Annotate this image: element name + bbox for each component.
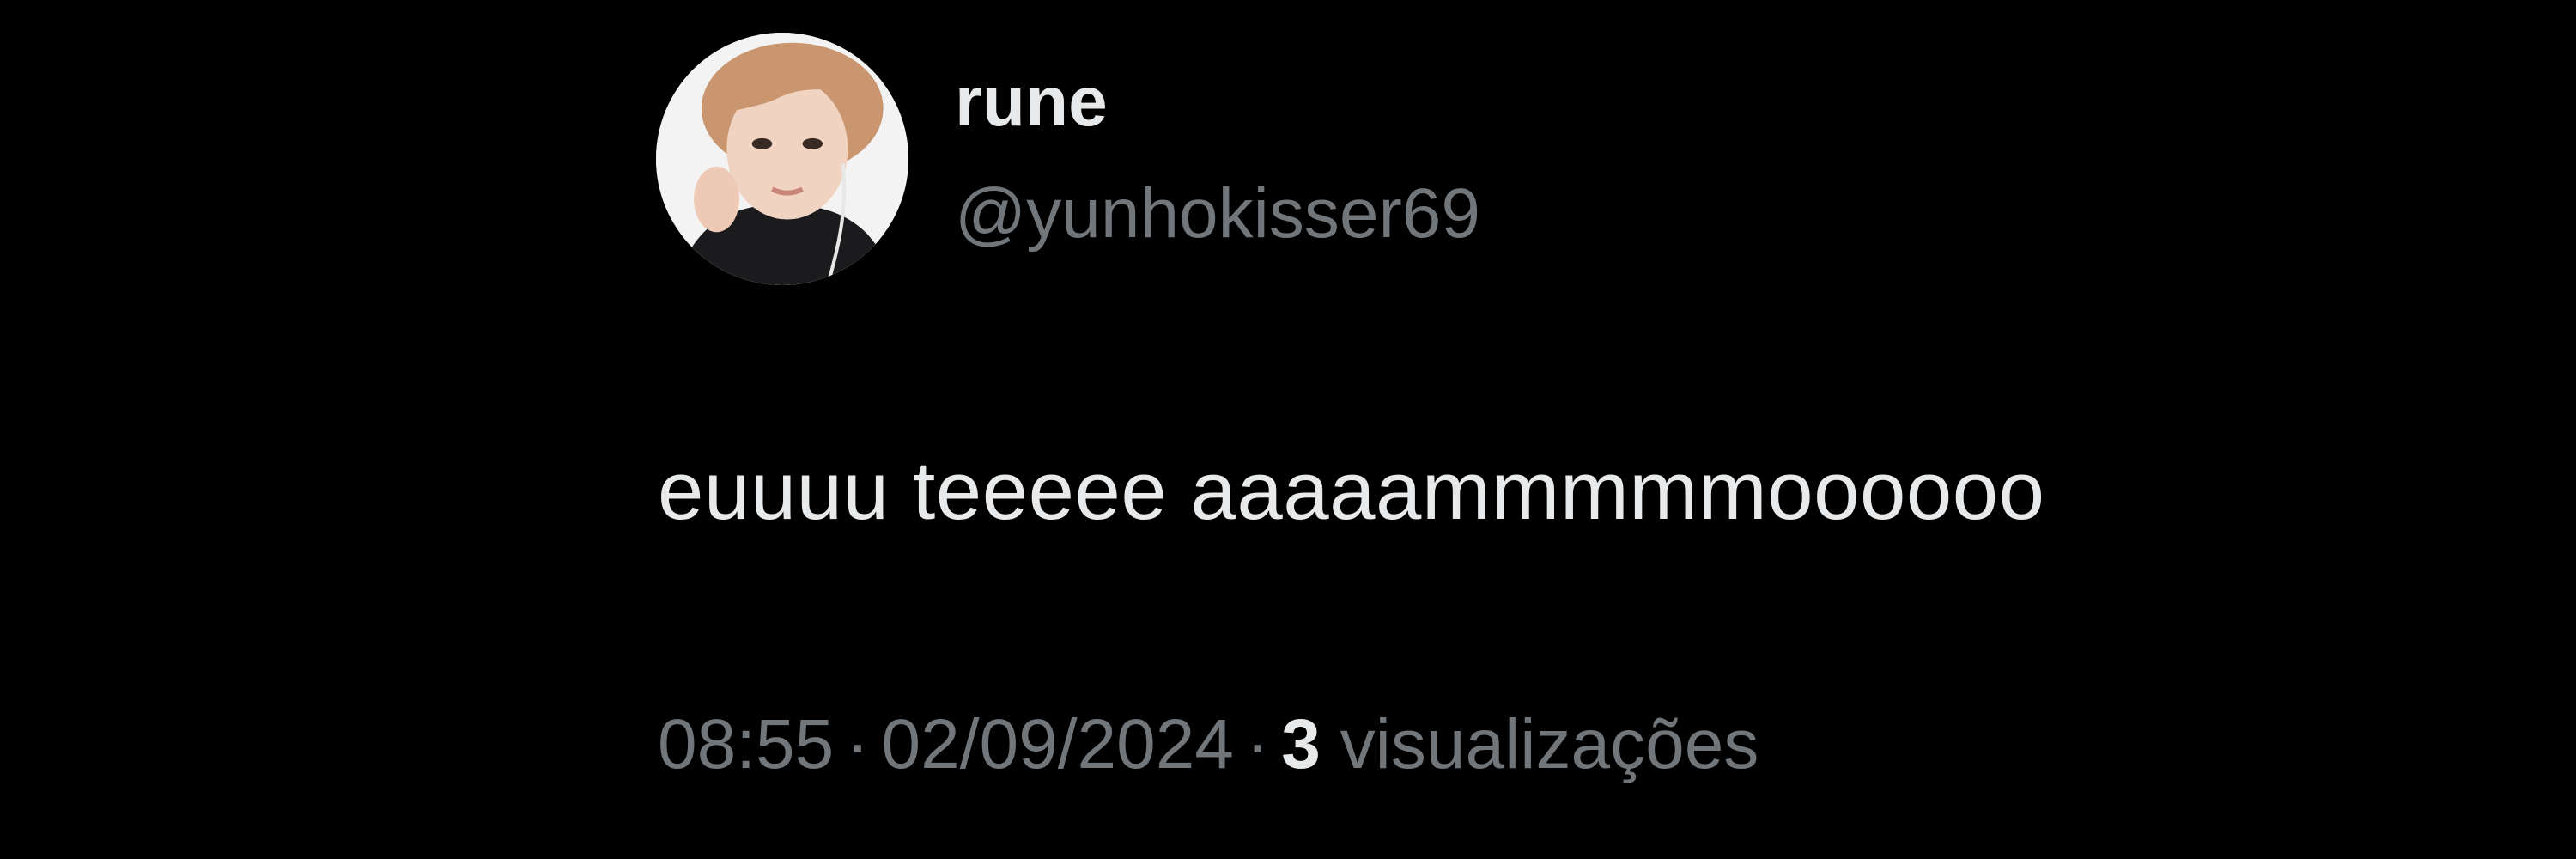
meta-separator: · — [1245, 705, 1270, 783]
tweet-text: euuuu teeeee aaaaammmmmoooooo — [658, 445, 2045, 537]
tweet-date[interactable]: 02/09/2024 — [882, 705, 1234, 783]
meta-separator: · — [846, 705, 870, 783]
views-label[interactable]: visualizações — [1340, 705, 1759, 783]
author-handle[interactable]: @yunhokisser69 — [955, 179, 1480, 249]
tweet-meta: 08:55 · 02/09/2024 · 3 visualizações — [658, 710, 1759, 780]
avatar[interactable] — [656, 33, 908, 285]
profile-photo-icon — [656, 33, 908, 285]
author-display-name[interactable]: rune — [955, 67, 1108, 137]
views-count[interactable]: 3 — [1281, 705, 1321, 783]
tweet-time[interactable]: 08:55 — [658, 705, 834, 783]
tweet-detail: rune @yunhokisser69 euuuu teeeee aaaaamm… — [0, 0, 2576, 859]
